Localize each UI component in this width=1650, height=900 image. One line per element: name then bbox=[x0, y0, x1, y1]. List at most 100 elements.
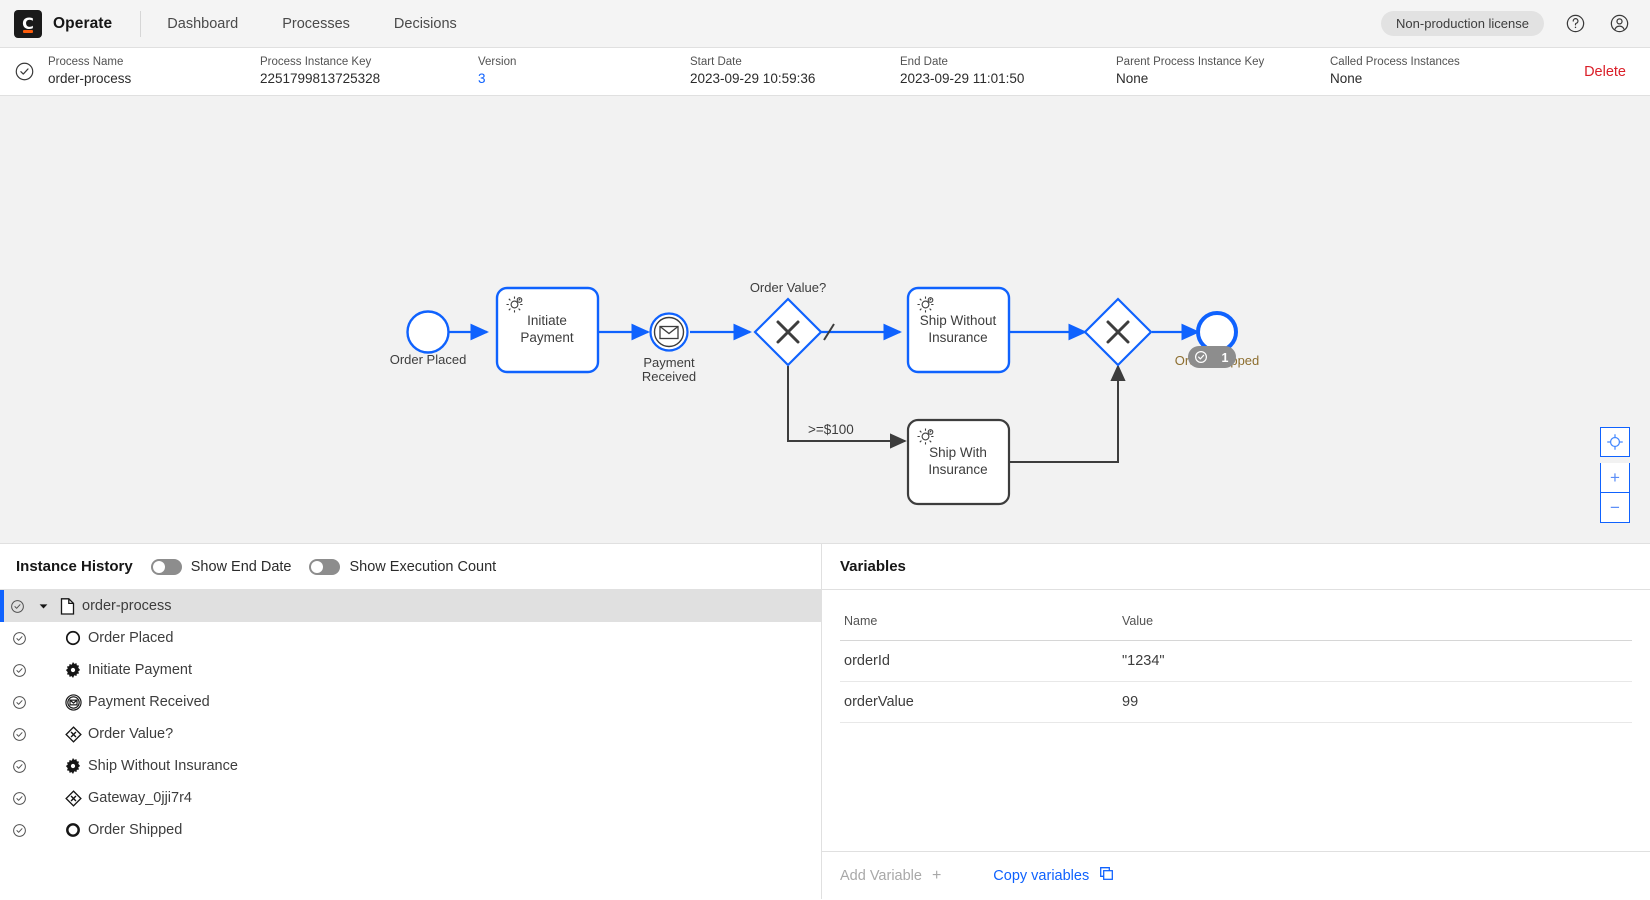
bpmn-diagram-canvas[interactable]: >=$100 Order Placed Initiate Payment Ini… bbox=[0, 96, 1650, 544]
meta-parent-key-value: None bbox=[1116, 70, 1330, 88]
bpmn-node-initiate-payment[interactable]: Initiate Payment Initiate Payment bbox=[0, 96, 598, 372]
nav-item-decisions[interactable]: Decisions bbox=[392, 12, 459, 36]
svg-text:Payment: Payment bbox=[520, 330, 574, 345]
bpmn-node-start-event[interactable]: Order Placed bbox=[390, 312, 467, 368]
instance-history-panel: Instance History Show End Date Show Exec… bbox=[0, 544, 822, 899]
meta-parent-key-label: Parent Process Instance Key bbox=[1116, 55, 1330, 70]
variables-footer: Add Variable + Copy variables bbox=[822, 851, 1650, 899]
toggle-show-execution-count-label: Show Execution Count bbox=[349, 559, 496, 575]
variable-value-cell[interactable]: 99 bbox=[1118, 682, 1632, 723]
tree-row-gateway-0jji7r4[interactable]: Gateway_0jji7r4 bbox=[0, 782, 821, 814]
svg-text:Ship Without: Ship Without bbox=[920, 313, 997, 328]
svg-text:Ship With: Ship With bbox=[929, 445, 987, 460]
nav-item-dashboard[interactable]: Dashboard bbox=[165, 12, 240, 36]
completed-check-icon bbox=[12, 759, 36, 774]
meta-version: Version 3 bbox=[478, 55, 690, 88]
instance-history-title: Instance History bbox=[16, 558, 133, 575]
end-event-completed-badge[interactable]: 1 bbox=[1188, 346, 1236, 368]
variables-title: Variables bbox=[840, 558, 906, 575]
meta-process-instance-key-value: 2251799813725328 bbox=[260, 70, 478, 88]
tree-row-label: order-process bbox=[82, 598, 171, 614]
meta-version-label: Version bbox=[478, 55, 690, 70]
process-file-icon bbox=[52, 598, 82, 615]
toggle-show-execution-count-switch[interactable] bbox=[309, 559, 340, 575]
brand-logo[interactable]: C Operate bbox=[14, 10, 112, 38]
tree-row-order-shipped[interactable]: Order Shipped bbox=[0, 814, 821, 846]
end-event-icon bbox=[58, 822, 88, 838]
tree-row-label: Initiate Payment bbox=[88, 662, 192, 678]
variable-name-cell: orderValue bbox=[840, 682, 1118, 723]
tree-row-label: Payment Received bbox=[88, 694, 210, 710]
bpmn-node-join-gateway[interactable] bbox=[1085, 299, 1151, 365]
reset-zoom-icon[interactable] bbox=[1600, 427, 1630, 457]
variables-panel: Variables Name Value orderId "1234" orde… bbox=[822, 544, 1650, 899]
main-nav-links: Dashboard Processes Decisions bbox=[165, 12, 459, 36]
svg-text:Insurance: Insurance bbox=[928, 330, 987, 345]
toggle-show-end-date-switch[interactable] bbox=[151, 559, 182, 575]
meta-end-date-label: End Date bbox=[900, 55, 1116, 70]
meta-process-name: Process Name order-process bbox=[48, 55, 260, 88]
add-variable-button[interactable]: Add Variable + bbox=[840, 868, 941, 884]
completed-check-icon bbox=[10, 599, 34, 614]
table-row[interactable]: orderId "1234" bbox=[840, 641, 1632, 682]
tree-row-order-placed[interactable]: Order Placed bbox=[0, 622, 821, 654]
bpmn-label-order-value-gateway: Order Value? bbox=[750, 280, 826, 295]
completed-check-icon bbox=[12, 791, 36, 806]
process-instance-header: Process Name order-process Process Insta… bbox=[0, 48, 1650, 96]
copy-variables-button[interactable]: Copy variables bbox=[993, 866, 1114, 885]
tree-row-order-value[interactable]: Order Value? bbox=[0, 718, 821, 750]
message-envelope-icon bbox=[660, 327, 678, 339]
completed-check-icon bbox=[12, 823, 36, 838]
tree-row-ship-without-insurance[interactable]: Ship Without Insurance bbox=[0, 750, 821, 782]
variables-body: Name Value orderId "1234" orderValue 99 bbox=[822, 590, 1650, 851]
variables-header: Variables bbox=[822, 544, 1650, 590]
svg-text:Insurance: Insurance bbox=[928, 462, 987, 477]
tree-row-label: Order Shipped bbox=[88, 822, 182, 838]
tree-row-order-process[interactable]: order-process bbox=[0, 590, 821, 622]
logo-accent-bar bbox=[23, 30, 33, 33]
completed-check-icon bbox=[12, 727, 36, 742]
app-title: Operate bbox=[53, 15, 112, 33]
start-event-icon bbox=[58, 630, 88, 646]
bpmn-diagram: >=$100 Order Placed Initiate Payment Ini… bbox=[0, 96, 1650, 544]
bottom-panels: Instance History Show End Date Show Exec… bbox=[0, 544, 1650, 899]
top-nav-actions: Non-production license bbox=[1381, 11, 1632, 37]
service-task-gear-icon bbox=[58, 662, 88, 678]
completed-check-icon bbox=[12, 663, 36, 678]
variable-value-cell[interactable]: "1234" bbox=[1118, 641, 1632, 682]
delete-instance-button[interactable]: Delete bbox=[1578, 60, 1632, 84]
zoom-out-label: − bbox=[1610, 499, 1620, 516]
tree-row-payment-received[interactable]: Payment Received bbox=[0, 686, 821, 718]
license-badge: Non-production license bbox=[1381, 11, 1544, 36]
variables-table: Name Value orderId "1234" orderValue 99 bbox=[840, 608, 1632, 723]
meta-start-date: Start Date 2023-09-29 10:59:36 bbox=[690, 55, 900, 88]
meta-version-value[interactable]: 3 bbox=[478, 70, 690, 88]
instance-state-completed-icon bbox=[14, 61, 36, 82]
exclusive-gateway-icon bbox=[58, 790, 88, 807]
meta-process-name-label: Process Name bbox=[48, 55, 260, 70]
chevron-down-icon[interactable] bbox=[34, 602, 52, 611]
toggle-show-execution-count[interactable]: Show Execution Count bbox=[309, 559, 496, 575]
svg-text:Initiate: Initiate bbox=[527, 313, 567, 328]
bpmn-node-order-value-gateway[interactable]: Order Value? bbox=[750, 280, 826, 365]
tree-row-initiate-payment[interactable]: Initiate Payment bbox=[0, 654, 821, 686]
service-task-gear-icon bbox=[58, 758, 88, 774]
meta-start-date-value: 2023-09-29 10:59:36 bbox=[690, 70, 900, 88]
meta-process-name-value: order-process bbox=[48, 70, 260, 88]
svg-text:Received: Received bbox=[642, 369, 696, 384]
toggle-show-end-date[interactable]: Show End Date bbox=[151, 559, 292, 575]
flow-label-high-value: >=$100 bbox=[808, 422, 854, 437]
help-circle-icon[interactable] bbox=[1562, 11, 1588, 37]
tree-row-label: Gateway_0jji7r4 bbox=[88, 790, 192, 806]
meta-start-date-label: Start Date bbox=[690, 55, 900, 70]
user-avatar-icon[interactable] bbox=[1606, 11, 1632, 37]
zoom-in-button[interactable]: + bbox=[1600, 463, 1630, 493]
zoom-out-button[interactable]: − bbox=[1600, 493, 1630, 523]
tree-row-label: Ship Without Insurance bbox=[88, 758, 238, 774]
nav-item-processes[interactable]: Processes bbox=[280, 12, 352, 36]
nav-divider bbox=[140, 11, 141, 37]
instance-history-tree: order-process Order Placed bbox=[0, 590, 821, 899]
table-row[interactable]: orderValue 99 bbox=[840, 682, 1632, 723]
meta-process-instance-key-label: Process Instance Key bbox=[260, 55, 478, 70]
tree-row-label: Order Placed bbox=[88, 630, 173, 646]
